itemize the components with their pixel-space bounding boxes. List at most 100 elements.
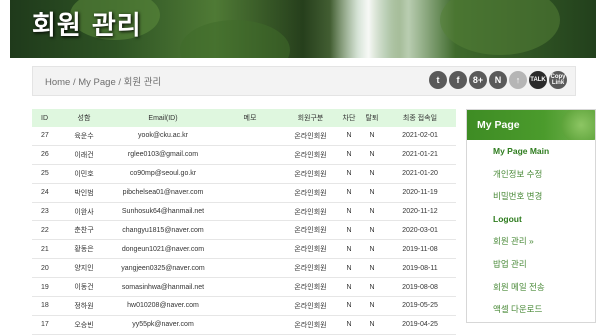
twitter-icon[interactable]: t — [429, 71, 447, 89]
column-header[interactable]: 차단 — [338, 109, 360, 127]
copy-link-icon[interactable]: Copy Link — [549, 71, 567, 89]
member-type: 온라인회원 — [283, 315, 338, 335]
member-name: 정하원 — [59, 296, 109, 316]
member-id: 17 — [32, 315, 59, 335]
member-name: 박인범 — [59, 183, 109, 203]
leaf-decoration — [561, 110, 595, 140]
last-login-date: 2020-11-12 — [384, 202, 456, 222]
member-blocked: N — [338, 164, 360, 184]
member-blocked: N — [338, 127, 360, 146]
member-type: 온라인회원 — [283, 202, 338, 222]
table-row[interactable]: 25 이민호 co90mp@seoul.go.kr 온라인회원 N N 2021-01-20 — [32, 164, 456, 184]
member-id: 26 — [32, 145, 59, 165]
member-email[interactable]: rglee0103@gmail.com — [109, 145, 217, 165]
table-row[interactable]: 19 이동건 somasinhwa@hanmail.net 온라인회원 N N 2019-0… — [32, 277, 456, 298]
last-login-date: 2019-04-25 — [384, 315, 456, 335]
member-name: 춘찬구 — [59, 220, 109, 241]
member-id: 21 — [32, 239, 59, 260]
facebook-icon[interactable]: f — [449, 71, 467, 89]
member-type: 온라인회원 — [283, 220, 338, 241]
member-id: 22 — [32, 220, 59, 241]
member-blocked: N — [338, 183, 360, 203]
member-name: 오승빈 — [59, 315, 109, 335]
column-header[interactable]: 메모 — [217, 109, 283, 127]
social-share-icons: t f 8+ N ↑ TALK Copy Link — [429, 71, 567, 89]
member-name: 양지인 — [59, 258, 109, 279]
member-type: 온라인회원 — [283, 239, 338, 260]
menu-item-excel-download[interactable]: 액셀 다운로드 — [467, 298, 595, 321]
member-blocked: N — [338, 220, 360, 241]
column-header[interactable]: 회원구분 — [283, 109, 338, 127]
member-email[interactable]: hw010208@naver.com — [109, 296, 217, 316]
table-row[interactable]: 17 오승빈 yy55pk@naver.com 온라인회원 N N 2019-04-25 — [32, 315, 456, 335]
share-icon[interactable]: ↑ — [509, 71, 527, 89]
member-table: ID 성함 Email(ID) 메모 회원구분 차단 탈퇴 최종 접속일 27 육… — [32, 109, 456, 335]
member-withdrawn: N — [360, 127, 384, 146]
member-type: 온라인회원 — [283, 164, 338, 184]
waterfall-decoration — [330, 0, 400, 58]
last-login-date: 2019-11-08 — [384, 239, 456, 260]
column-header[interactable]: Email(ID) — [109, 109, 217, 127]
member-email[interactable]: yy55pk@naver.com — [109, 315, 217, 335]
menu-item-logout[interactable]: Logout — [467, 208, 595, 231]
last-login-date: 2019-08-08 — [384, 277, 456, 298]
menu-item-mypage-main[interactable]: My Page Main — [467, 140, 595, 163]
member-email[interactable]: pibchelsea01@naver.com — [109, 183, 217, 203]
member-blocked: N — [338, 202, 360, 222]
mypage-side-menu: My Page My Page Main 개인정보 수정 비밀번호 변경 Log… — [466, 109, 596, 323]
member-blocked: N — [338, 277, 360, 298]
member-memo — [217, 315, 283, 335]
member-id: 18 — [32, 296, 59, 316]
column-header[interactable]: ID — [32, 109, 59, 127]
kakaotalk-icon[interactable]: TALK — [529, 71, 547, 89]
menu-item-member-mail[interactable]: 회원 메일 전송 — [467, 276, 595, 299]
member-memo — [217, 296, 283, 316]
table-row[interactable]: 26 이래건 rglee0103@gmail.com 온라인회원 N N 2021-01-2… — [32, 145, 456, 165]
menu-item-change-password[interactable]: 비밀번호 변경 — [467, 185, 595, 208]
table-row[interactable]: 22 춘찬구 changyu1815@naver.com 온라인회원 N N 2020-03… — [32, 220, 456, 241]
table-row[interactable]: 27 육운수 yook@cku.ac.kr 온라인회원 N N 2021-02-01 — [32, 127, 456, 146]
naver-icon[interactable]: N — [489, 71, 507, 89]
table-row[interactable]: 24 박인범 pibchelsea01@naver.com 온라인회원 N N 2020-1… — [32, 183, 456, 203]
menu-item-edit-profile[interactable]: 개인정보 수정 — [467, 163, 595, 186]
member-memo — [217, 202, 283, 222]
column-header[interactable]: 성함 — [59, 109, 109, 127]
member-email[interactable]: yangjeen0325@naver.com — [109, 258, 217, 279]
member-type: 온라인회원 — [283, 127, 338, 146]
member-email[interactable]: changyu1815@naver.com — [109, 220, 217, 241]
member-withdrawn: N — [360, 239, 384, 260]
member-withdrawn: N — [360, 202, 384, 222]
last-login-date: 2019-05-25 — [384, 296, 456, 316]
member-type: 온라인회원 — [283, 258, 338, 279]
member-withdrawn: N — [360, 315, 384, 335]
table-row[interactable]: 23 이완사 Sunhosuk64@hanmail.net 온라인회원 N N 2020-1… — [32, 202, 456, 222]
table-row[interactable]: 21 황동은 dongeun1021@naver.com 온라인회원 N N 2019-11… — [32, 239, 456, 260]
page-banner: 회원 관리 — [10, 0, 596, 58]
member-memo — [217, 258, 283, 279]
column-header[interactable]: 최종 접속일 — [384, 109, 456, 127]
member-name: 이민호 — [59, 164, 109, 184]
member-email[interactable]: Sunhosuk64@hanmail.net — [109, 202, 217, 222]
page-title: 회원 관리 — [32, 11, 142, 41]
member-email[interactable]: yook@cku.ac.kr — [109, 127, 217, 146]
table-row[interactable]: 20 양지인 yangjeen0325@naver.com 온라인회원 N N 2019-0… — [32, 258, 456, 279]
menu-item-member-management[interactable]: 회원 관리 » — [467, 230, 595, 253]
last-login-date: 2020-03-01 — [384, 220, 456, 241]
member-id: 27 — [32, 127, 59, 146]
member-withdrawn: N — [360, 145, 384, 165]
member-withdrawn: N — [360, 277, 384, 298]
table-row[interactable]: 18 정하원 hw010208@naver.com 온라인회원 N N 2019-05-25 — [32, 296, 456, 316]
column-header[interactable]: 탈퇴 — [360, 109, 384, 127]
member-email[interactable]: somasinhwa@hanmail.net — [109, 277, 217, 298]
member-memo — [217, 220, 283, 241]
member-email[interactable]: co90mp@seoul.go.kr — [109, 164, 217, 184]
last-login-date: 2021-02-01 — [384, 127, 456, 146]
menu-item-popup-management[interactable]: 밥업 관리 — [467, 253, 595, 276]
member-blocked: N — [338, 296, 360, 316]
side-menu-header: My Page — [467, 110, 595, 140]
last-login-date: 2021-01-21 — [384, 145, 456, 165]
member-memo — [217, 127, 283, 146]
member-email[interactable]: dongeun1021@naver.com — [109, 239, 217, 260]
google-plus-icon[interactable]: 8+ — [469, 71, 487, 89]
member-id: 20 — [32, 258, 59, 279]
